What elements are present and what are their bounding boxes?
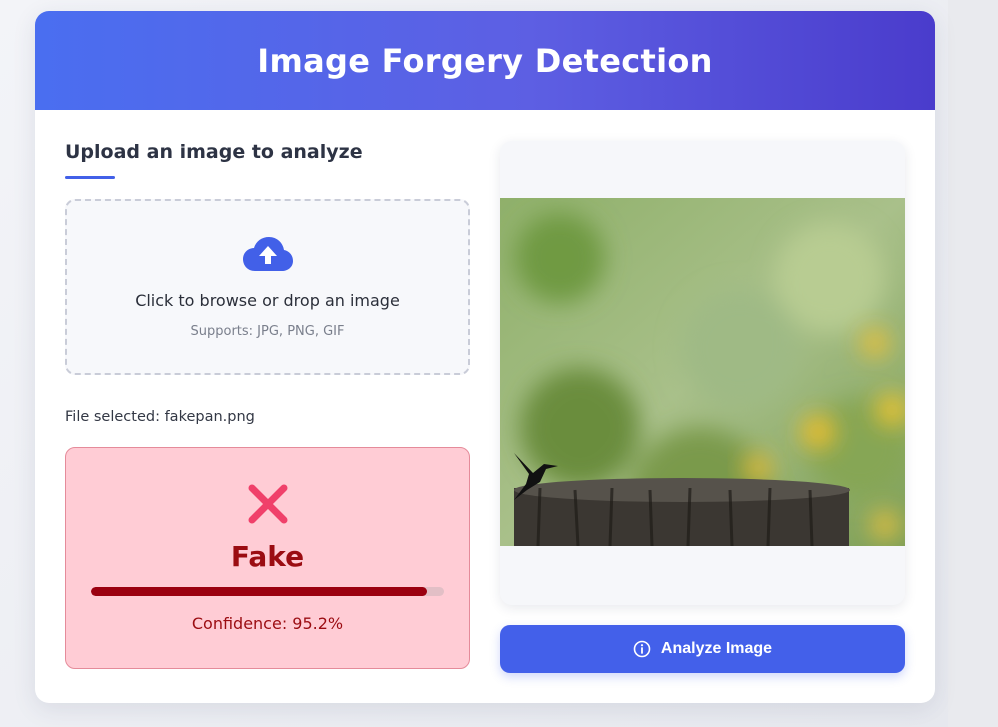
preview-image (500, 198, 905, 546)
confidence-bar-fill (91, 587, 428, 596)
app-header: Image Forgery Detection (35, 11, 935, 110)
heading-underline (65, 176, 115, 179)
info-circle-icon (633, 640, 651, 658)
selected-file-label: File selected: fakepan.png (65, 409, 255, 425)
result-verdict: Fake (230, 540, 305, 573)
image-dropzone[interactable]: Click to browse or drop an image Support… (65, 199, 470, 375)
upload-panel: Upload an image to analyze Click to brow… (65, 141, 470, 669)
cloud-upload-icon (242, 237, 293, 271)
app-title: Image Forgery Detection (257, 41, 713, 80)
confidence-text: Confidence: 95.2% (191, 614, 344, 633)
analyze-image-button[interactable]: Analyze Image (500, 625, 905, 673)
dropzone-label: Click to browse or drop an image (135, 291, 400, 310)
upload-heading: Upload an image to analyze (65, 141, 363, 163)
page-background-strip (948, 0, 998, 727)
image-preview-panel (500, 141, 905, 605)
supported-formats: Supports: JPG, PNG, GIF (190, 324, 345, 339)
result-card: Fake Confidence: 95.2% (65, 447, 470, 669)
x-mark-icon (248, 484, 287, 524)
confidence-bar (91, 587, 444, 596)
analyze-button-label: Analyze Image (660, 640, 773, 657)
